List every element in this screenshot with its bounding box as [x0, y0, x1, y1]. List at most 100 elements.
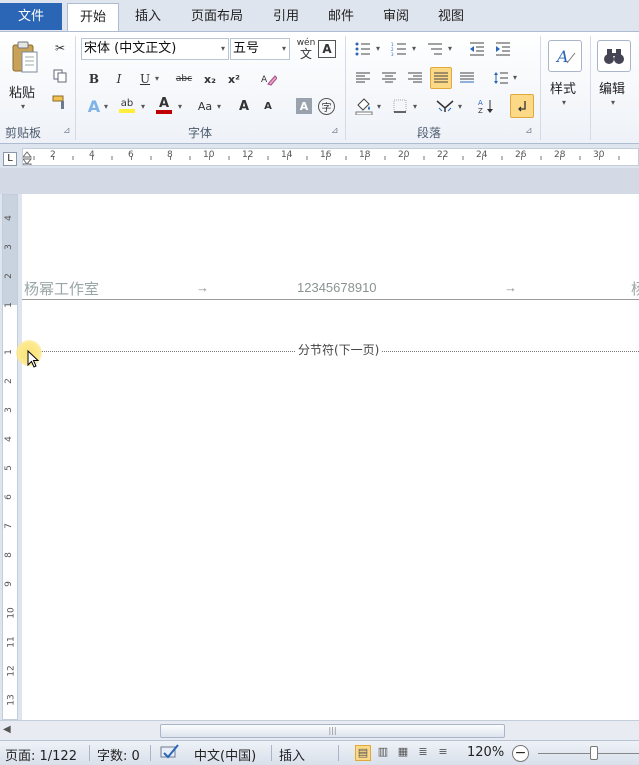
tab-home[interactable]: 开始 — [67, 3, 119, 32]
ruler-number: 12 — [242, 150, 254, 160]
tab-references[interactable]: 引用 — [265, 3, 307, 32]
font-color-icon[interactable]: A — [154, 96, 174, 116]
highlight-icon[interactable]: ab — [117, 96, 137, 116]
copy-icon[interactable] — [52, 68, 68, 84]
scrollbar-thumb[interactable]: ||| — [160, 724, 505, 738]
show-hide-marks-icon[interactable] — [510, 94, 534, 118]
numbering-icon[interactable]: 123 — [390, 40, 408, 58]
outline-view-icon[interactable]: ≣ — [415, 745, 431, 761]
clipboard-group-label: 剪贴板 — [5, 126, 42, 140]
tab-selector-button[interactable]: L — [3, 152, 17, 166]
shading-dropdown-icon[interactable]: ▾ — [377, 102, 381, 111]
enclose-characters-icon[interactable]: 字 — [318, 98, 335, 115]
tab-view[interactable]: 视图 — [430, 3, 472, 32]
styles-icon[interactable]: A — [548, 40, 582, 72]
ruler-number: 28 — [554, 150, 566, 160]
character-shading-icon[interactable]: A — [296, 98, 312, 114]
underline-button[interactable]: U — [137, 70, 153, 88]
proofing-icon[interactable] — [158, 743, 180, 765]
character-border-icon[interactable]: A — [318, 40, 336, 58]
borders-icon[interactable] — [390, 96, 410, 116]
styles-dropdown-icon[interactable]: ▾ — [562, 98, 566, 107]
clipboard-launcher-icon[interactable]: ⊿ — [63, 126, 71, 136]
header-center-text[interactable]: 12345678910 — [297, 280, 377, 295]
page-count[interactable]: 页面: 1/122 — [5, 745, 77, 764]
tab-file[interactable]: 文件 — [0, 3, 62, 30]
status-bar: 页面: 1/122 字数: 0 中文(中国) 插入 ▤ ▥ ▦ ≣ ≡ 120%… — [0, 740, 639, 765]
document-page[interactable]: 杨幂工作室 → 12345678910 → 杨 分节符(下一页) — [16, 194, 639, 720]
scroll-left-icon[interactable]: ◀ — [3, 724, 11, 735]
subscript-button[interactable]: x₂ — [201, 70, 219, 88]
horizontal-ruler[interactable]: 2 4 6 8 10 12 14 16 18 20 22 24 26 28 30 — [22, 148, 639, 166]
cut-icon[interactable]: ✂ — [52, 40, 68, 56]
horizontal-scrollbar[interactable]: ◀ ||| — [0, 720, 639, 740]
zoom-slider-thumb[interactable] — [590, 746, 598, 760]
font-launcher-icon[interactable]: ⊿ — [331, 126, 339, 136]
language-indicator[interactable]: 中文(中国) — [194, 745, 256, 764]
paste-dropdown-icon[interactable]: ▾ — [21, 102, 25, 111]
font-name-select[interactable]: 宋体 (中文正文) ▾ — [81, 38, 229, 60]
editing-dropdown-icon[interactable]: ▾ — [611, 98, 615, 107]
align-center-icon[interactable] — [380, 69, 398, 87]
shrink-font-button[interactable]: A — [259, 96, 277, 116]
bullets-dropdown-icon[interactable]: ▾ — [376, 44, 380, 53]
tab-page-layout[interactable]: 页面布局 — [182, 3, 252, 32]
chinese-layout-dropdown-icon[interactable]: ▾ — [458, 102, 462, 111]
tab-review[interactable]: 审阅 — [375, 3, 417, 32]
sort-icon[interactable]: AZ — [476, 96, 496, 116]
insert-mode-indicator[interactable]: 插入 — [279, 745, 305, 764]
paragraph-launcher-icon[interactable]: ⊿ — [525, 126, 533, 136]
editing-button[interactable]: 编辑 — [599, 78, 625, 97]
multilevel-list-icon[interactable] — [426, 40, 444, 58]
chinese-layout-icon[interactable] — [434, 96, 456, 116]
change-case-dropdown-icon[interactable]: ▾ — [217, 102, 221, 111]
change-case-button[interactable]: Aa — [193, 96, 217, 116]
underline-dropdown-icon[interactable]: ▾ — [155, 74, 159, 83]
text-effects-dropdown-icon[interactable]: ▾ — [104, 102, 108, 111]
tab-insert[interactable]: 插入 — [127, 3, 169, 32]
numbering-dropdown-icon[interactable]: ▾ — [412, 44, 416, 53]
zoom-level[interactable]: 120% — [467, 745, 504, 760]
grow-font-button[interactable]: A — [235, 96, 253, 116]
line-spacing-dropdown-icon[interactable]: ▾ — [513, 73, 517, 82]
text-effects-icon[interactable]: A — [85, 96, 103, 116]
header-left-text[interactable]: 杨幂工作室 — [24, 278, 99, 299]
group-divider — [590, 36, 591, 140]
paste-button[interactable]: 粘贴 — [9, 82, 35, 101]
styles-button[interactable]: 样式 — [550, 78, 576, 97]
tab-mailings[interactable]: 邮件 — [320, 3, 362, 32]
binoculars-icon[interactable] — [597, 40, 631, 72]
italic-button[interactable]: I — [111, 70, 127, 88]
font-size-select[interactable]: 五号 ▾ — [230, 38, 290, 60]
distributed-icon[interactable] — [458, 69, 476, 87]
zoom-slider[interactable] — [538, 753, 639, 754]
font-color-dropdown-icon[interactable]: ▾ — [178, 102, 182, 111]
phonetic-guide-icon[interactable]: wén 文 — [296, 38, 316, 60]
print-layout-view-icon[interactable]: ▤ — [355, 745, 371, 761]
shading-icon[interactable] — [354, 96, 374, 116]
font-size-value: 五号 — [233, 41, 260, 56]
clear-formatting-icon[interactable]: A — [259, 70, 279, 88]
vertical-ruler[interactable]: 4 3 2 1 1 2 3 4 5 6 7 8 9 10 11 12 13 — [2, 194, 18, 720]
zoom-out-button[interactable]: − — [512, 745, 529, 762]
bold-button[interactable]: B — [86, 70, 102, 88]
header-right-text[interactable]: 杨 — [631, 278, 639, 299]
format-painter-icon[interactable] — [52, 94, 68, 110]
full-screen-reading-icon[interactable]: ▥ — [375, 745, 391, 761]
line-spacing-icon[interactable] — [492, 69, 510, 87]
borders-dropdown-icon[interactable]: ▾ — [413, 102, 417, 111]
bullets-icon[interactable] — [354, 40, 372, 58]
word-count[interactable]: 字数: 0 — [97, 745, 140, 764]
align-right-icon[interactable] — [406, 69, 424, 87]
web-layout-icon[interactable]: ▦ — [395, 745, 411, 761]
highlight-dropdown-icon[interactable]: ▾ — [141, 102, 145, 111]
draft-view-icon[interactable]: ≡ — [435, 745, 451, 761]
justify-icon[interactable] — [430, 67, 452, 89]
decrease-indent-icon[interactable] — [468, 40, 486, 58]
superscript-button[interactable]: x² — [225, 70, 243, 88]
increase-indent-icon[interactable] — [494, 40, 512, 58]
strikethrough-button[interactable]: abc — [173, 70, 195, 88]
paste-icon[interactable] — [8, 38, 42, 78]
multilevel-list-dropdown-icon[interactable]: ▾ — [448, 44, 452, 53]
align-left-icon[interactable] — [354, 69, 372, 87]
